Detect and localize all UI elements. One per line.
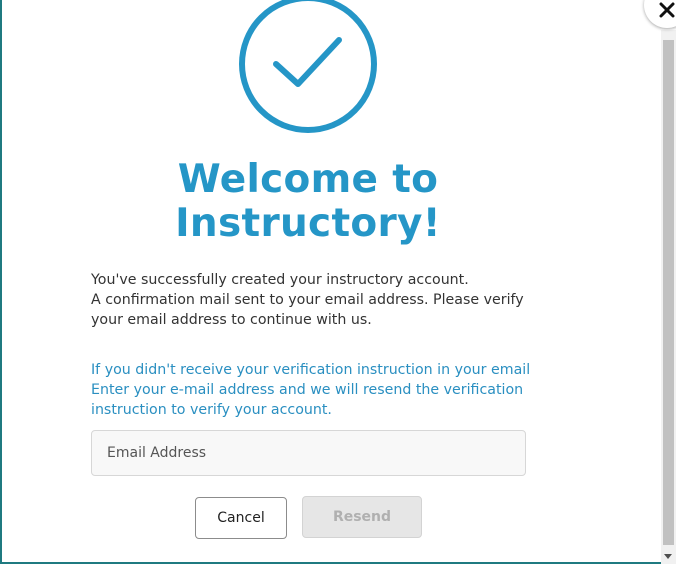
email-field[interactable] — [91, 430, 526, 476]
modal-left-border — [0, 0, 2, 564]
title-line-2: Instructory! — [175, 201, 441, 246]
welcome-modal: Welcome to Instructory! You've successfu… — [0, 0, 676, 564]
success-message-line: A confirmation mail sent to your email a… — [91, 292, 524, 308]
scroll-down-arrow-icon[interactable] — [664, 554, 672, 559]
success-message-line: your email address to continue with us. — [91, 312, 372, 328]
resend-instructions-line: If you didn't receive your verification … — [91, 362, 531, 378]
resend-instructions: If you didn't receive your verification … — [91, 360, 541, 420]
success-message: You've successfully created your instruc… — [91, 270, 541, 330]
page-title: Welcome to Instructory! — [100, 158, 516, 246]
resend-button[interactable]: Resend — [302, 496, 422, 538]
vertical-scrollbar[interactable] — [661, 30, 676, 564]
close-icon — [659, 2, 675, 18]
title-line-1: Welcome to — [177, 157, 439, 202]
cancel-button[interactable]: Cancel — [195, 497, 287, 539]
close-button[interactable] — [644, 0, 676, 28]
scrollbar-thumb[interactable] — [663, 40, 674, 545]
checkmark-circle-icon — [238, 0, 378, 134]
resend-instructions-line: Enter your e-mail address and we will re… — [91, 382, 524, 398]
success-message-line: You've successfully created your instruc… — [91, 272, 469, 288]
resend-instructions-line: instruction to verify your account. — [91, 402, 332, 418]
